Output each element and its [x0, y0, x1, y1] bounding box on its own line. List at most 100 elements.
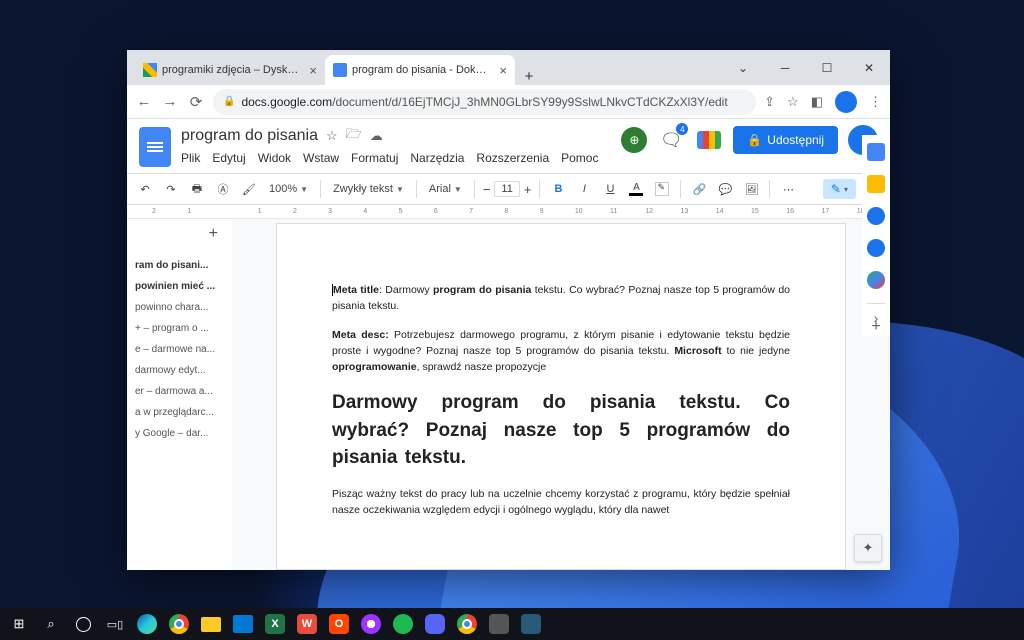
- link-icon[interactable]: 🔗: [689, 179, 709, 199]
- menu-tools[interactable]: Narzędzia: [410, 151, 464, 165]
- cloud-status-icon[interactable]: ☁: [370, 128, 383, 144]
- keep-icon[interactable]: [867, 175, 885, 193]
- address-bar: ← → ⟳ 🔒 docs.google.com/document/d/16EjT…: [127, 85, 890, 119]
- collapse-panel-icon[interactable]: ›: [874, 310, 879, 326]
- discord-icon[interactable]: [422, 611, 448, 637]
- comment-icon[interactable]: 💬: [715, 179, 735, 199]
- menu-icon[interactable]: ⋮: [869, 94, 882, 110]
- paint-format-icon[interactable]: 🖌: [239, 179, 259, 199]
- close-icon[interactable]: ×: [499, 63, 507, 78]
- menu-insert[interactable]: Wstaw: [303, 151, 339, 165]
- document-page[interactable]: Meta title: Darmowy program do pisania t…: [276, 223, 846, 570]
- reload-icon[interactable]: ⟳: [187, 93, 205, 111]
- browser-tab-active[interactable]: program do pisania - Dokument ×: [325, 55, 515, 85]
- italic-icon[interactable]: I: [574, 179, 594, 199]
- menu-help[interactable]: Pomoc: [561, 151, 598, 165]
- outline-item[interactable]: er – darmowa a...: [127, 381, 232, 402]
- editing-mode-button[interactable]: ✎ ▾: [823, 179, 856, 199]
- menu-edit[interactable]: Edytuj: [212, 151, 245, 165]
- browser-tab[interactable]: programiki zdjęcia – Dysk Googl ×: [135, 55, 325, 85]
- contacts-icon[interactable]: [867, 239, 885, 257]
- start-button[interactable]: ⊞: [6, 611, 32, 637]
- menu-extensions[interactable]: Rozszerzenia: [476, 151, 549, 165]
- docs-header: program do pisania ☆ 🗁 ☁ Plik Edytuj Wid…: [127, 119, 890, 167]
- taskbar-app[interactable]: O: [326, 611, 352, 637]
- taskbar-app[interactable]: X: [262, 611, 288, 637]
- outline-item[interactable]: + – program o ...: [127, 318, 232, 339]
- explorer-icon[interactable]: [198, 611, 224, 637]
- url-input[interactable]: 🔒 docs.google.com/document/d/16EjTMCjJ_3…: [213, 89, 756, 115]
- text-color-icon[interactable]: A: [626, 179, 646, 199]
- outline-item[interactable]: y Google – dar...: [127, 423, 232, 444]
- forward-icon[interactable]: →: [161, 93, 179, 111]
- chrome-icon[interactable]: [166, 611, 192, 637]
- image-icon[interactable]: 🖼: [741, 179, 761, 199]
- share-button[interactable]: 🔒 Udostępnij: [733, 126, 838, 154]
- taskbar-app[interactable]: W: [294, 611, 320, 637]
- close-window-icon[interactable]: ✕: [848, 53, 890, 83]
- style-select[interactable]: Zwykły tekst▼: [329, 183, 408, 195]
- maximize-icon[interactable]: ☐: [806, 53, 848, 83]
- messenger-icon[interactable]: [358, 611, 384, 637]
- back-icon[interactable]: ←: [135, 93, 153, 111]
- new-tab-button[interactable]: +: [515, 68, 543, 85]
- document-title[interactable]: program do pisania: [181, 127, 318, 145]
- taskbar-app[interactable]: [486, 611, 512, 637]
- outline-item[interactable]: powinno chara...: [127, 297, 232, 318]
- star-icon[interactable]: ☆: [326, 128, 338, 144]
- extensions-icon[interactable]: ◧: [811, 94, 823, 110]
- calendar-icon[interactable]: [867, 143, 885, 161]
- search-icon[interactable]: ⌕: [38, 611, 64, 637]
- undo-icon[interactable]: ↶: [135, 179, 155, 199]
- redo-icon[interactable]: ↷: [161, 179, 181, 199]
- add-outline-icon[interactable]: +: [127, 225, 232, 243]
- outline-item[interactable]: powinien mieć ...: [127, 276, 232, 297]
- outline-item[interactable]: a w przeglądarc...: [127, 402, 232, 423]
- cortana-icon[interactable]: [70, 611, 96, 637]
- text: Meta title: [333, 284, 379, 296]
- profile-avatar[interactable]: [835, 91, 857, 113]
- print-icon[interactable]: 🖶: [187, 179, 207, 199]
- close-icon[interactable]: ×: [309, 63, 317, 78]
- move-icon[interactable]: 🗁: [346, 125, 362, 147]
- menu-view[interactable]: Widok: [258, 151, 291, 165]
- meet-icon[interactable]: [695, 126, 723, 154]
- underline-icon[interactable]: U: [600, 179, 620, 199]
- spotify-icon[interactable]: [390, 611, 416, 637]
- ruler[interactable]: 21123456789101112131415161718: [127, 205, 890, 219]
- increase-font-icon[interactable]: +: [524, 182, 532, 197]
- minimize-icon[interactable]: ─: [764, 53, 806, 83]
- explore-button[interactable]: ✦: [854, 534, 882, 562]
- comments-icon[interactable]: 🗨: [657, 126, 685, 154]
- outline-item[interactable]: ram do pisani...: [127, 255, 232, 276]
- zoom-select[interactable]: 100%▼: [265, 183, 312, 195]
- menu-file[interactable]: Plik: [181, 151, 200, 165]
- edge-icon[interactable]: [134, 611, 160, 637]
- taskview-icon[interactable]: ▭▯: [102, 611, 128, 637]
- tasks-icon[interactable]: [867, 207, 885, 225]
- font-size-input[interactable]: 11: [494, 181, 519, 197]
- share-label: Udostępnij: [767, 133, 824, 147]
- bold-icon[interactable]: B: [548, 179, 568, 199]
- decrease-font-icon[interactable]: −: [483, 182, 491, 197]
- docs-logo-icon[interactable]: [139, 127, 171, 167]
- bookmark-icon[interactable]: ☆: [787, 94, 799, 110]
- chrome-icon[interactable]: [454, 611, 480, 637]
- menu-bar: Plik Edytuj Widok Wstaw Formatuj Narzędz…: [181, 151, 611, 165]
- store-icon[interactable]: [230, 611, 256, 637]
- window-dropdown-icon[interactable]: ⌄: [722, 53, 764, 83]
- menu-format[interactable]: Formatuj: [351, 151, 398, 165]
- extension-avatar-icon[interactable]: ⊕: [621, 127, 647, 153]
- maps-icon[interactable]: [867, 271, 885, 289]
- font-select[interactable]: Arial▼: [425, 183, 466, 195]
- outline-item[interactable]: darmowy edyt...: [127, 360, 232, 381]
- docs-toolbar: ↶ ↷ 🖶 Ⓐ 🖌 100%▼ Zwykły tekst▼ Arial▼ − 1…: [127, 173, 890, 205]
- spellcheck-icon[interactable]: Ⓐ: [213, 179, 233, 199]
- outline-item[interactable]: e – darmowe na...: [127, 339, 232, 360]
- more-icon[interactable]: ⋯: [778, 179, 798, 199]
- document-canvas[interactable]: Meta title: Darmowy program do pisania t…: [232, 219, 890, 570]
- share-page-icon[interactable]: ⇪: [764, 94, 775, 110]
- docs-app: program do pisania ☆ 🗁 ☁ Plik Edytuj Wid…: [127, 119, 890, 570]
- taskbar-app[interactable]: [518, 611, 544, 637]
- highlight-icon[interactable]: [652, 179, 672, 199]
